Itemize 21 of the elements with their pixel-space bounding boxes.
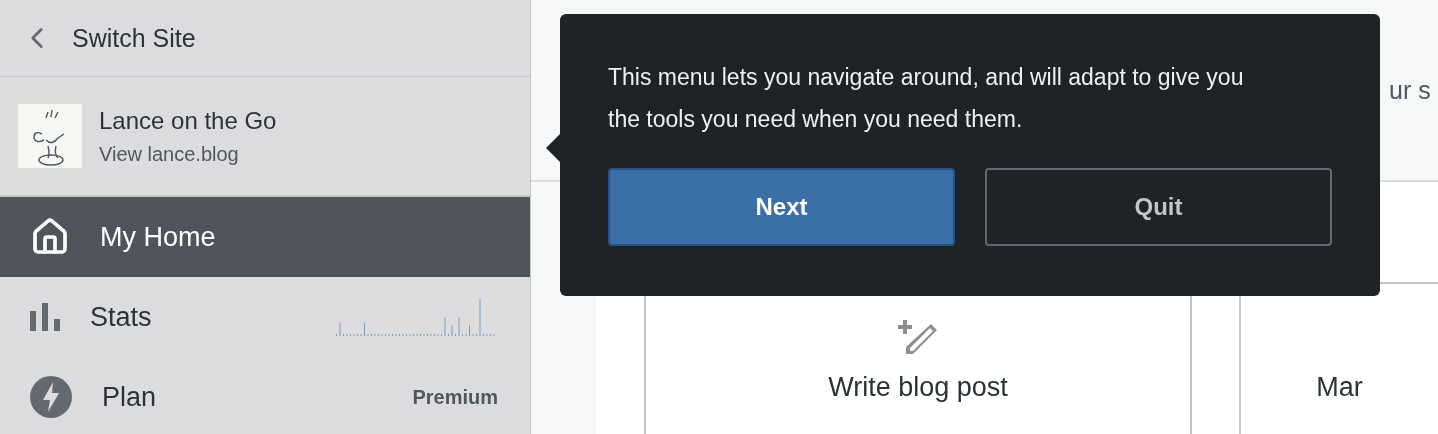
bar-chart-icon [30, 303, 60, 331]
nav-label: Plan [102, 381, 157, 413]
header-text: ur s [1389, 75, 1431, 105]
card-label: Write blog post [828, 372, 1008, 403]
action-card[interactable]: Mar [1239, 282, 1438, 434]
quit-button[interactable]: Quit [985, 168, 1332, 246]
nav-item[interactable]: Stats [0, 277, 530, 357]
nav-label: Stats [90, 301, 152, 333]
view-site-link[interactable]: View lance.blog [99, 142, 277, 166]
lightning-circle-icon [30, 376, 72, 418]
tooltip-text: This menu lets you navigate around, and will adapt to give you the tools you need when you need them. [608, 63, 1245, 134]
nav-item[interactable]: Plan Premium [0, 357, 530, 434]
card-label: Mar [1316, 372, 1363, 403]
next-button[interactable]: Next [608, 168, 955, 246]
plan-name: Premium [412, 385, 498, 409]
nav-item[interactable]: My Home [0, 197, 530, 277]
home-icon [30, 217, 70, 257]
nav-label: My Home [100, 221, 216, 253]
switch-site-link[interactable]: Switch Site [72, 23, 196, 53]
site-name: Lance on the Go [99, 106, 277, 135]
site-icon [18, 104, 82, 168]
